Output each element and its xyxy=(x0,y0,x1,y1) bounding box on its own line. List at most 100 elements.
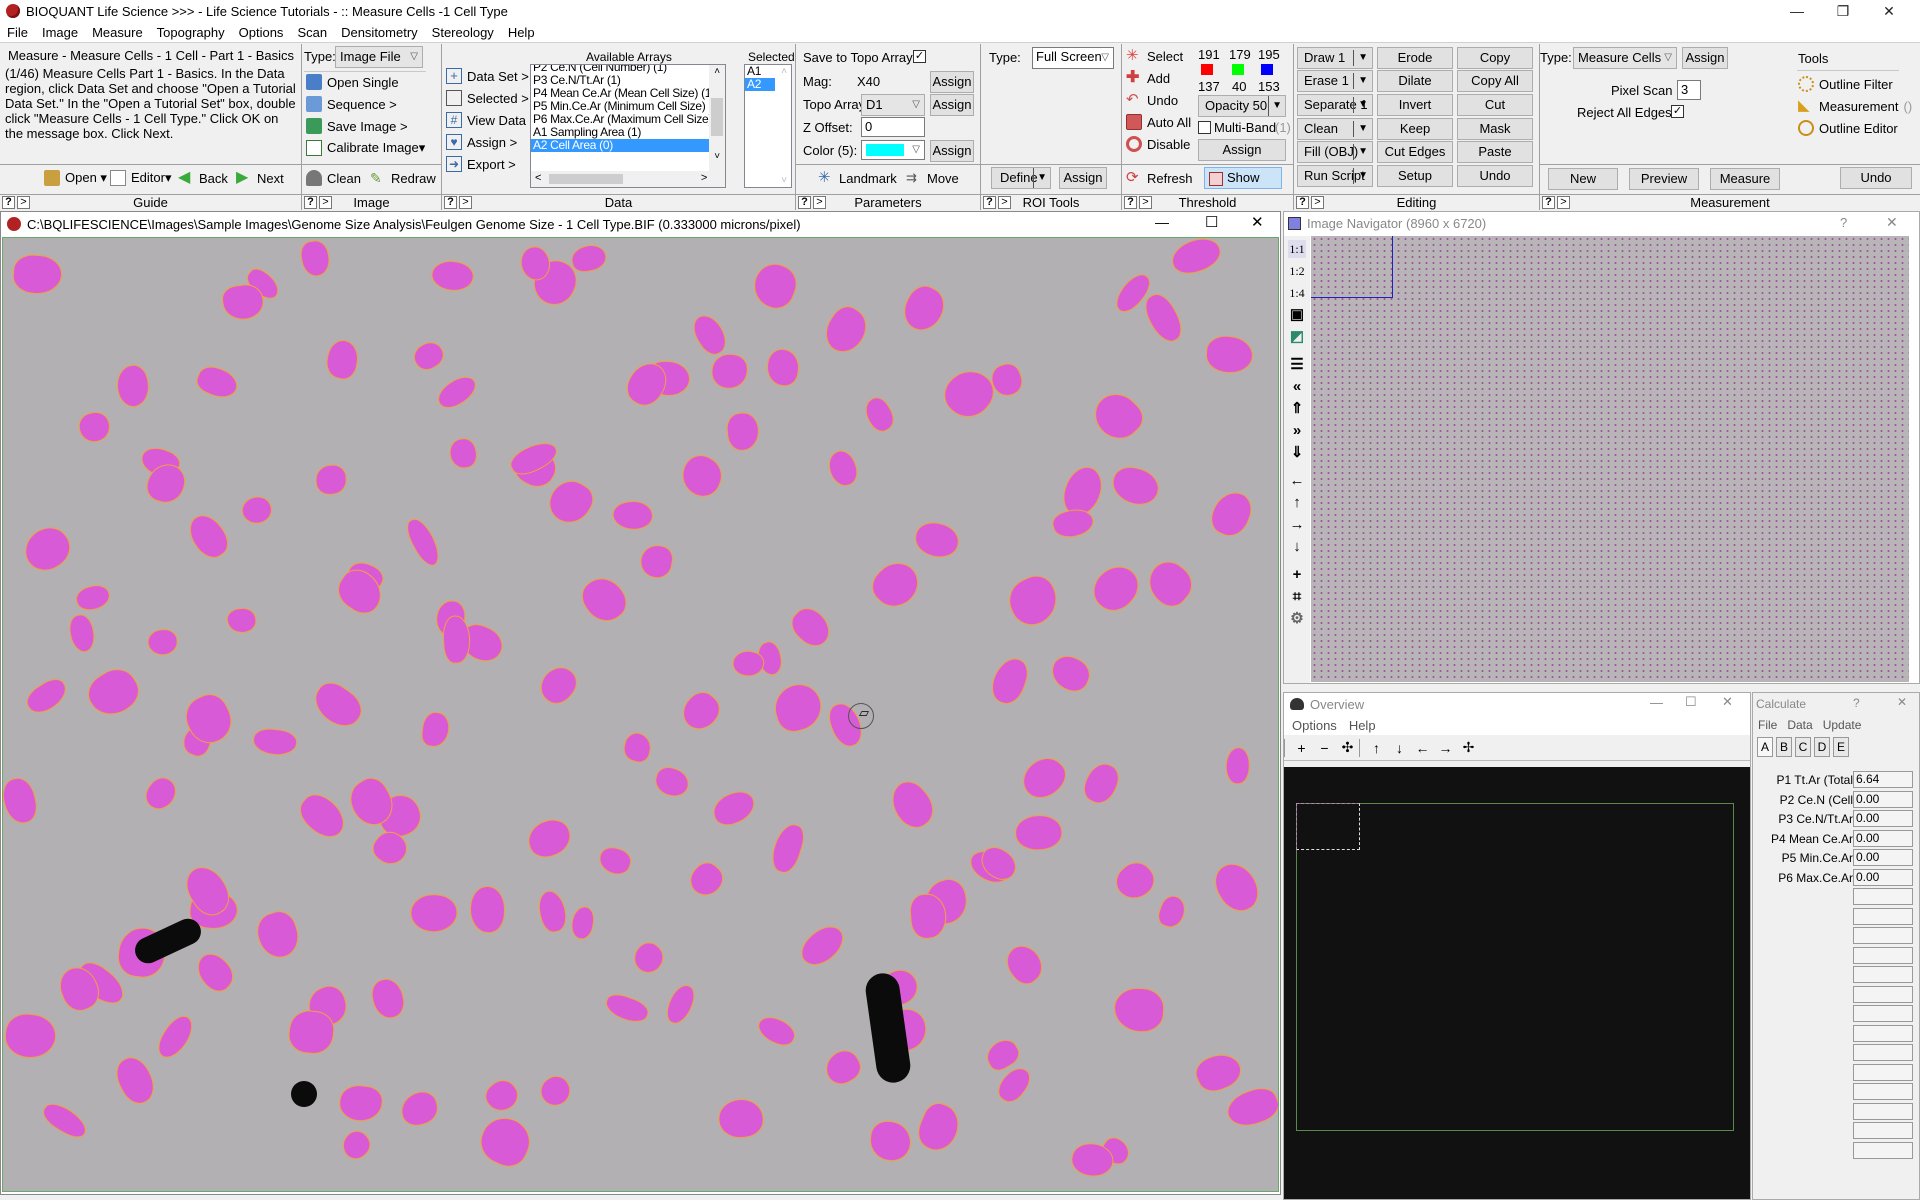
arrow-up-icon[interactable]: ↑ xyxy=(1288,494,1306,512)
calc-row-value[interactable] xyxy=(1853,907,1913,925)
overview-menu-help[interactable]: Help xyxy=(1343,718,1382,733)
crosshair-plus-icon[interactable]: + xyxy=(1288,566,1306,584)
new-button[interactable]: New xyxy=(1548,168,1618,190)
settings-gear-icon[interactable]: ⚙ xyxy=(1288,610,1306,628)
calc-row-value[interactable] xyxy=(1853,1024,1913,1042)
calibrate-image-button[interactable]: Calibrate Image▾ xyxy=(306,138,425,158)
define-dropdown-button[interactable]: Define ▼ xyxy=(991,167,1051,189)
copy-all-button[interactable]: Copy All xyxy=(1457,70,1533,92)
double-left-icon[interactable]: « xyxy=(1288,378,1306,396)
keep-button[interactable]: Keep xyxy=(1377,118,1453,140)
zoom-in-button[interactable]: + xyxy=(1290,740,1313,756)
fill-dropdown[interactable]: Fill (OBJ) ▼ xyxy=(1297,141,1373,163)
show-button[interactable]: Show xyxy=(1204,167,1282,189)
zoom-1-1-button[interactable]: 1:1 xyxy=(1288,240,1306,258)
measurement-tool-button[interactable]: ◣ Measurement() xyxy=(1798,96,1912,116)
minimize-button[interactable]: — xyxy=(1774,0,1820,22)
export-button[interactable]: ➜ Export > xyxy=(446,154,516,174)
menu-file[interactable]: File xyxy=(0,25,35,40)
available-arrays-list[interactable]: P2 Ce.N (Cell Number) (1) P3 Ce.N/Tt.Ar … xyxy=(530,64,726,188)
horizontal-scrollbar[interactable]: < > xyxy=(531,171,725,187)
calc-tab-e[interactable]: E xyxy=(1833,737,1849,757)
overview-menu-options[interactable]: Options xyxy=(1284,718,1343,733)
overview-maximize-button[interactable]: ☐ xyxy=(1685,694,1697,710)
move-down-button[interactable]: ↓ xyxy=(1388,740,1411,756)
menu-scan[interactable]: Scan xyxy=(290,25,334,40)
overview-canvas[interactable] xyxy=(1284,767,1750,1199)
calculate-menu-update[interactable]: Update xyxy=(1818,718,1867,732)
selected-arrays-list[interactable]: A1 A2 ˄ ˅ xyxy=(744,64,792,188)
auto-all-button[interactable]: Auto All xyxy=(1126,112,1191,132)
clean-button[interactable]: Clean xyxy=(306,168,361,188)
vertical-scrollbar[interactable]: ˄ ˅ xyxy=(709,65,725,171)
color-select[interactable]: ▽ xyxy=(861,140,925,160)
arrow-left-icon[interactable]: ← xyxy=(1288,472,1306,490)
roi-type-select[interactable]: Full Screen ▽ xyxy=(1032,47,1114,69)
erode-button[interactable]: Erode xyxy=(1377,47,1453,69)
calculate-close-button[interactable]: ✕ xyxy=(1897,695,1907,709)
navigator-viewport-rect[interactable] xyxy=(1311,236,1393,298)
data-set-button[interactable]: + Data Set > xyxy=(446,66,529,86)
outline-filter-button[interactable]: Outline Filter xyxy=(1798,74,1893,94)
menu-measure[interactable]: Measure xyxy=(85,25,150,40)
erase-dropdown[interactable]: Erase 1 (FH)▼ xyxy=(1297,70,1373,108)
sequence-button[interactable]: Sequence > xyxy=(306,94,397,114)
navigator-help-button[interactable]: ? xyxy=(1840,215,1847,230)
double-right-icon[interactable]: » xyxy=(1288,422,1306,440)
refresh-button[interactable]: ⟳ Refresh xyxy=(1126,168,1193,188)
guide-back-button[interactable]: ◀ Back xyxy=(178,168,228,188)
measure-button[interactable]: Measure xyxy=(1710,168,1780,190)
cut-button[interactable]: Cut xyxy=(1457,94,1533,116)
calc-tab-c[interactable]: C xyxy=(1795,737,1811,757)
calc-row-value[interactable] xyxy=(1853,1122,1913,1139)
redraw-button[interactable]: ✎ Redraw xyxy=(370,168,436,188)
move-right-button[interactable]: → xyxy=(1434,740,1457,756)
measure-type-assign-button[interactable]: Assign xyxy=(1682,47,1728,69)
calc-row-value[interactable] xyxy=(1853,985,1913,1003)
draw-dropdown[interactable]: Draw 1 (FH)▼ xyxy=(1297,47,1373,85)
zoom-1-4-button[interactable]: 1:4 xyxy=(1288,284,1306,302)
color-assign-button[interactable]: Assign xyxy=(930,140,974,162)
image-close-button[interactable]: ✕ xyxy=(1251,213,1264,231)
calc-row-value[interactable] xyxy=(1853,1083,1913,1100)
overview-current-view-rect[interactable] xyxy=(1296,803,1360,850)
outline-editor-button[interactable]: Outline Editor xyxy=(1798,118,1898,138)
topo-array-select[interactable]: D1 ▽ xyxy=(861,94,925,116)
paste-button[interactable]: Paste xyxy=(1457,141,1533,163)
thumbnail-frame-icon[interactable]: ◩ xyxy=(1288,328,1306,346)
calc-row-value[interactable] xyxy=(1853,1044,1913,1061)
calc-row-value[interactable]: 0.00 xyxy=(1853,790,1913,808)
vertical-scrollbar[interactable]: ˄ ˅ xyxy=(775,65,791,187)
mask-button[interactable]: Mask xyxy=(1457,118,1533,140)
separate-dropdown[interactable]: Separate 1 ▼ xyxy=(1297,94,1373,116)
selected-button[interactable]: Selected > xyxy=(446,88,529,108)
measure-type-select[interactable]: Measure Cells ▽ xyxy=(1573,47,1677,69)
preview-button[interactable]: Preview xyxy=(1629,168,1699,190)
move-left-button[interactable]: ← xyxy=(1411,740,1434,756)
calc-row-value[interactable] xyxy=(1853,927,1913,944)
calc-row-value[interactable]: 0.00 xyxy=(1853,829,1913,847)
calc-row-value[interactable]: 6.64 xyxy=(1853,771,1913,788)
roi-assign-button[interactable]: Assign xyxy=(1059,167,1107,189)
guide-next-button[interactable]: ▶ Next xyxy=(236,168,284,188)
guide-open-button[interactable]: Open ▾ xyxy=(44,168,107,188)
calculate-menu-data[interactable]: Data xyxy=(1782,718,1817,732)
mag-assign-button[interactable]: Assign xyxy=(930,71,974,93)
crop-icon[interactable]: ⌗ xyxy=(1288,588,1306,606)
calc-tab-b[interactable]: B xyxy=(1776,737,1792,757)
image-type-select[interactable]: Image File ▽ xyxy=(335,46,423,68)
threshold-select-button[interactable]: ✳ Select xyxy=(1126,46,1183,66)
menu-densitometry[interactable]: Densitometry xyxy=(334,25,425,40)
calc-tab-d[interactable]: D xyxy=(1814,737,1830,757)
calc-row-value[interactable] xyxy=(1853,888,1913,905)
image-maximize-button[interactable]: ☐ xyxy=(1205,213,1218,231)
opacity-dropdown[interactable]: Opacity 50 ▼ xyxy=(1198,95,1286,117)
measurement-undo-button[interactable]: Undo xyxy=(1840,167,1912,189)
calc-row-value[interactable]: 0.00 xyxy=(1853,810,1913,827)
move-button[interactable]: ⇉ Move xyxy=(906,168,959,188)
threshold-undo-button[interactable]: ↶ Undo xyxy=(1126,90,1178,110)
restore-button[interactable]: ❐ xyxy=(1820,0,1866,22)
pan-button[interactable]: ✣ xyxy=(1336,739,1359,756)
zoom-1-2-button[interactable]: 1:2 xyxy=(1288,262,1306,280)
copy-button[interactable]: Copy xyxy=(1457,47,1533,69)
